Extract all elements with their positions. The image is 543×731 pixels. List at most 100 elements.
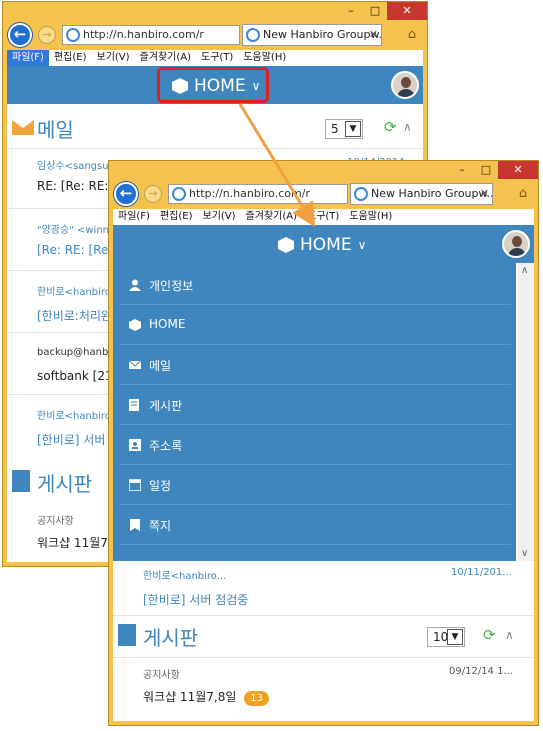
- dropdown-item-contacts[interactable]: 주소록: [119, 425, 511, 465]
- menu-file[interactable]: 파일(F): [113, 209, 155, 225]
- close-icon[interactable]: ✕: [498, 161, 538, 179]
- dropdown-icon: ▼: [345, 121, 361, 137]
- back-arrow-icon[interactable]: ←: [114, 182, 138, 206]
- cube-icon: [129, 319, 141, 331]
- tab-title: New Hanbiro Groupw...: [263, 28, 382, 41]
- app-header: HOME ∨: [113, 225, 534, 263]
- ie-icon: [66, 28, 80, 42]
- count-value: 5: [331, 122, 339, 136]
- tab-close-icon[interactable]: ✕: [480, 184, 489, 204]
- board-icon: [118, 624, 136, 646]
- board-post[interactable]: 워크샵 11월7,8일 13: [143, 688, 269, 706]
- ie-icon: [172, 187, 186, 201]
- menu-help[interactable]: 도움말(H): [238, 50, 291, 66]
- person-icon: [129, 279, 141, 291]
- dropdown-item-personal[interactable]: 개인정보: [119, 265, 511, 305]
- cube-icon: [278, 237, 294, 253]
- board-date: 09/12/14 1...: [449, 666, 513, 677]
- avatar[interactable]: [502, 230, 530, 258]
- dropdown-item-label: 주소록: [149, 439, 183, 453]
- mail-sender: 한비로<hanbiro...: [143, 571, 227, 582]
- mail-date: 10/11/201...: [451, 567, 512, 578]
- menu-file[interactable]: 파일(F): [7, 50, 49, 66]
- back-arrow-icon[interactable]: ←: [8, 23, 32, 47]
- collapse-icon[interactable]: ∧: [505, 628, 514, 642]
- dropdown-item-schedule[interactable]: 일정: [119, 465, 511, 505]
- mail-sender: 임상수<sangsu...: [37, 161, 119, 172]
- envelope-icon: [128, 359, 142, 371]
- menu-tools[interactable]: 도구(T): [196, 50, 238, 66]
- browser-tab[interactable]: New Hanbiro Groupw... ✕: [242, 24, 382, 46]
- ie-icon: [246, 28, 260, 42]
- mail-subject[interactable]: [한비로] 서버 점검중: [143, 591, 248, 608]
- browser-tab[interactable]: New Hanbiro Groupw... ✕: [350, 183, 493, 205]
- dropdown-item-label: HOME: [149, 317, 186, 331]
- scroll-down-icon[interactable]: ∨: [521, 548, 528, 559]
- tab-title: New Hanbiro Groupw...: [371, 187, 493, 200]
- home-dropdown-button[interactable]: HOME ∨: [278, 233, 366, 257]
- close-icon[interactable]: ✕: [387, 2, 427, 20]
- dropdown-item-home[interactable]: HOME: [119, 305, 511, 345]
- dropdown-item-label: 일정: [149, 479, 172, 493]
- scrollbar[interactable]: ∧ ∨: [518, 263, 534, 561]
- section-title: 메일: [37, 118, 74, 142]
- mail-sender: "양광승" <winn: [37, 225, 109, 236]
- refresh-icon[interactable]: ⟳: [483, 626, 496, 644]
- dropdown-item-memo[interactable]: 쪽지: [119, 505, 511, 545]
- board-post-title: 워크샵 11월7,8일: [143, 690, 237, 704]
- board-notice-label: 공지사항: [37, 516, 74, 527]
- board-count-select[interactable]: 10 ▼: [427, 627, 465, 647]
- menu-help[interactable]: 도움말(H): [344, 209, 397, 225]
- menu-favorites[interactable]: 즐겨찾기(A): [241, 209, 302, 225]
- memo-icon: [129, 519, 141, 531]
- address-bar[interactable]: http://n.hanbiro.com/r: [62, 25, 240, 45]
- mail-sender: 한비로<hanbiro: [37, 287, 111, 298]
- maximize-icon[interactable]: □: [363, 2, 387, 20]
- board-post[interactable]: 워크샵 11월7,: [37, 534, 112, 551]
- dropdown-item-board[interactable]: 게시판: [119, 385, 511, 425]
- board-section-header: 게시판 10 ▼ ⟳ ∧: [113, 615, 534, 655]
- home-dropdown-menu: 개인정보 HOME 메일 게시판 주소록 일정 쪽지: [113, 263, 516, 561]
- front-browser-window: – □ ✕ ← → http://n.hanbiro.com/r New Han…: [108, 160, 539, 726]
- scroll-up-icon[interactable]: ∧: [521, 265, 528, 276]
- board-notice-label: 공지사항: [143, 670, 180, 681]
- section-title: 게시판: [37, 472, 93, 496]
- dropdown-item-mail[interactable]: 메일: [119, 345, 511, 385]
- refresh-icon[interactable]: ⟳: [384, 118, 397, 136]
- menu-bar: 파일(F) 편집(E) 보기(V) 즐겨찾기(A) 도구(T) 도움말(H): [113, 209, 534, 225]
- menu-edit[interactable]: 편집(E): [49, 50, 92, 66]
- dropdown-item-label: 게시판: [149, 399, 183, 413]
- avatar[interactable]: [391, 71, 419, 99]
- collapse-icon[interactable]: ∧: [403, 120, 412, 134]
- minimize-icon[interactable]: –: [339, 2, 363, 20]
- mail-subject: [Re: RE: [Re: [37, 243, 109, 257]
- address-text: http://n.hanbiro.com/r: [83, 28, 204, 41]
- page-content: HOME ∨ 개인정보 HOME 메일 게시판 주소록 일정 쪽지 ∧ ∨ 한비…: [113, 225, 534, 721]
- menu-bar: 파일(F) 편집(E) 보기(V) 즐겨찾기(A) 도구(T) 도움말(H): [7, 50, 423, 66]
- comment-count-badge: 13: [244, 691, 269, 706]
- forward-arrow-icon[interactable]: →: [38, 26, 56, 44]
- minimize-icon[interactable]: –: [450, 161, 474, 179]
- menu-favorites[interactable]: 즐겨찾기(A): [135, 50, 196, 66]
- forward-arrow-icon[interactable]: →: [144, 185, 162, 203]
- menu-tools[interactable]: 도구(T): [302, 209, 344, 225]
- chevron-down-icon: ∨: [357, 238, 367, 252]
- menu-view[interactable]: 보기(V): [92, 50, 135, 66]
- count-value: 10: [433, 630, 449, 644]
- home-icon[interactable]: ⌂: [514, 185, 532, 203]
- menu-view[interactable]: 보기(V): [198, 209, 241, 225]
- tab-close-icon[interactable]: ✕: [369, 25, 378, 45]
- mail-sender: 한비로<hanbiro: [37, 411, 111, 422]
- maximize-icon[interactable]: □: [474, 161, 498, 179]
- mail-count-select[interactable]: 5 ▼: [325, 119, 363, 139]
- mail-subject: [한비로:처리완: [37, 309, 112, 323]
- mail-sender: backup@hanbir: [37, 347, 116, 358]
- address-text: http://n.hanbiro.com/r: [189, 187, 310, 200]
- home-icon[interactable]: ⌂: [403, 26, 421, 44]
- window-controls: – □ ✕: [339, 2, 427, 20]
- address-bar[interactable]: http://n.hanbiro.com/r: [168, 184, 348, 204]
- board-icon: [129, 399, 141, 411]
- menu-edit[interactable]: 편집(E): [155, 209, 198, 225]
- browser-navbar: ← → http://n.hanbiro.com/r New Hanbiro G…: [7, 22, 423, 48]
- board-list-item[interactable]: 공지사항 09/12/14 1... 워크샵 11월7,8일 13: [113, 657, 534, 717]
